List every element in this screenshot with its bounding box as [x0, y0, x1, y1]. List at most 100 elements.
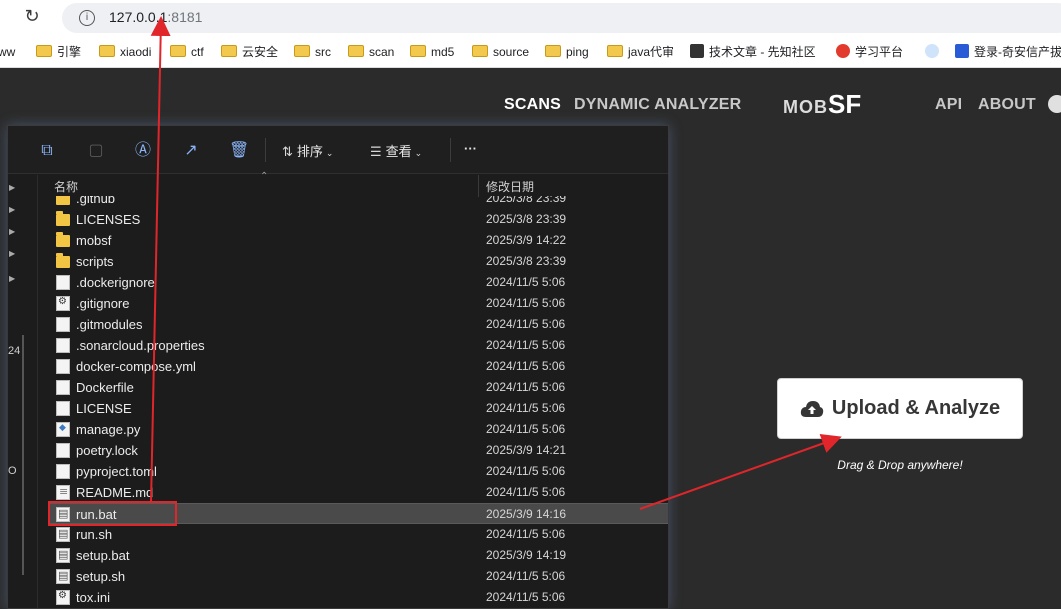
file-modified-date: 2025/3/9 14:21	[486, 443, 567, 457]
column-name[interactable]: 名称	[54, 178, 78, 195]
file-row[interactable]: tox.ini 2024/11/5 5:06	[48, 587, 668, 608]
bookmark-folder[interactable]: 引擎	[36, 44, 81, 60]
file-row[interactable]: run.sh 2024/11/5 5:06	[48, 524, 668, 545]
annotation-highlight-box	[48, 501, 177, 526]
url-box[interactable]: i 127.0.0.1:8181	[62, 3, 1061, 33]
bookmark-folder[interactable]: ping	[545, 44, 589, 60]
file-icon	[56, 275, 70, 290]
bookmark-label: java代审	[628, 45, 675, 59]
upload-analyze-button[interactable]: Upload & Analyze	[777, 378, 1023, 439]
script-file-icon	[56, 527, 70, 542]
bookmark-site[interactable]: 登录-奇安信产拔	[955, 44, 1061, 60]
file-row[interactable]: docker-compose.yml 2024/11/5 5:06	[48, 356, 668, 377]
folder-row[interactable]: mobsf 2025/3/9 14:22	[48, 230, 668, 251]
bookmark-site[interactable]: 技术文章 - 先知社区	[690, 44, 816, 60]
file-explorer-window: ⧉ ▢ Ⓐ ↗ 🗑 ⇅ 排序 ⌄ ☰ 查看 ⌄ ··· ▶ ▶ ▶ ▶ ▶ 24 O ⌃…	[7, 125, 669, 609]
bookmark-folder[interactable]: xiaodi	[99, 44, 151, 60]
file-name: scripts	[76, 254, 114, 269]
column-divider[interactable]	[478, 175, 479, 197]
sort-button[interactable]: ⇅ 排序 ⌄	[282, 141, 337, 160]
file-row[interactable]: poetry.lock 2025/3/9 14:21	[48, 440, 668, 461]
expand-arrow-icon[interactable]: ▶	[9, 249, 17, 258]
file-row[interactable]: pyproject.toml 2024/11/5 5:06	[48, 461, 668, 482]
file-modified-date: 2025/3/9 14:16	[486, 507, 567, 521]
bookmark-label: 引擎	[57, 45, 82, 59]
bookmark-label: ww	[0, 45, 16, 59]
file-row[interactable]: setup.sh 2024/11/5 5:06	[48, 566, 668, 587]
file-row[interactable]: README.md 2024/11/5 5:06	[48, 482, 668, 503]
expand-arrow-icon[interactable]: ▶	[9, 227, 17, 236]
bookmark-folder[interactable]: scan	[348, 44, 394, 60]
mobsf-logo[interactable]: MOBSF	[783, 89, 861, 119]
bookmark-site[interactable]: 学习平台	[836, 44, 903, 60]
folder-icon	[170, 45, 186, 57]
file-name: docker-compose.yml	[76, 359, 196, 374]
file-name: .github	[76, 196, 116, 206]
bookmark-folder[interactable]: src	[294, 44, 331, 60]
file-row[interactable]: setup.bat 2025/3/9 14:19	[48, 545, 668, 566]
folder-row[interactable]: scripts 2025/3/8 23:39	[48, 251, 668, 272]
delete-icon[interactable]: 🗑	[229, 140, 249, 160]
file-modified-date: 2025/3/8 23:39	[486, 196, 567, 205]
file-icon	[56, 401, 70, 416]
study-platform-icon	[836, 44, 850, 58]
user-icon[interactable]	[1048, 95, 1061, 113]
reload-icon[interactable]: ↻	[22, 7, 42, 27]
bookmark-site[interactable]	[925, 44, 944, 60]
file-name: LICENSE	[76, 401, 132, 416]
expand-arrow-icon[interactable]: ▶	[9, 205, 17, 214]
file-modified-date: 2024/11/5 5:06	[486, 296, 566, 310]
paste-icon[interactable]: ▢	[86, 140, 106, 160]
browser-address-bar: ↻ i 127.0.0.1:8181	[0, 0, 1061, 36]
file-row[interactable]: .gitmodules 2024/11/5 5:06	[48, 314, 668, 335]
file-modified-date: 2024/11/5 5:06	[486, 422, 566, 436]
sort-icon: ⇅	[282, 145, 293, 160]
file-modified-date: 2025/3/8 23:39	[486, 254, 567, 268]
column-modified[interactable]: 修改日期	[486, 178, 534, 195]
file-row[interactable]: .dockerignore 2024/11/5 5:06	[48, 272, 668, 293]
file-modified-date: 2024/11/5 5:06	[486, 464, 566, 478]
expand-arrow-icon[interactable]: ▶	[9, 183, 17, 192]
view-button[interactable]: ☰ 查看 ⌄	[370, 141, 426, 160]
file-modified-date: 2024/11/5 5:06	[486, 569, 566, 583]
file-icon	[56, 380, 70, 395]
file-row[interactable]: LICENSE 2024/11/5 5:06	[48, 398, 668, 419]
file-row[interactable]: Dockerfile 2024/11/5 5:06	[48, 377, 668, 398]
bookmark-label: ctf	[191, 45, 204, 59]
bookmark-folder[interactable]: 云安全	[221, 44, 278, 60]
folder-row[interactable]: .github 2025/3/8 23:39	[48, 196, 668, 209]
chevron-down-icon: ⌄	[325, 149, 334, 159]
nav-dynamic-analyzer[interactable]: DYNAMIC ANALYZER	[574, 96, 741, 114]
bookmark-folder[interactable]: java代审	[607, 44, 674, 60]
column-header-row: ⌃ 名称 修改日期	[48, 171, 668, 197]
folder-icon	[294, 45, 310, 57]
url-text[interactable]: 127.0.0.1:8181	[109, 9, 202, 25]
bookmark-item[interactable]: ww	[0, 44, 15, 60]
chevron-down-icon: ⌄	[414, 149, 423, 159]
bookmark-label: 技术文章 - 先知社区	[709, 45, 816, 59]
nav-api[interactable]: API	[935, 96, 962, 114]
folder-icon	[410, 45, 426, 57]
nav-scans[interactable]: SCANS	[504, 96, 561, 114]
site-info-icon[interactable]: i	[79, 10, 95, 26]
bookmark-label: 云安全	[242, 45, 279, 59]
nav-scrollbar[interactable]	[22, 335, 24, 575]
file-row[interactable]: .gitignore 2024/11/5 5:06	[48, 293, 668, 314]
expand-arrow-icon[interactable]: ▶	[9, 274, 17, 283]
bookmark-folder[interactable]: ctf	[170, 44, 204, 60]
file-name: .sonarcloud.properties	[76, 338, 205, 353]
folder-row[interactable]: LICENSES 2025/3/8 23:39	[48, 209, 668, 230]
bookmark-folder[interactable]: source	[472, 44, 529, 60]
share-icon[interactable]: ↗	[181, 140, 201, 160]
bookmark-label: scan	[369, 45, 395, 59]
drag-drop-hint: Drag & Drop anywhere!	[837, 458, 963, 472]
more-options-button[interactable]: ···	[464, 141, 477, 156]
bookmark-folder[interactable]: md5	[410, 44, 454, 60]
file-row[interactable]: manage.py 2024/11/5 5:06	[48, 419, 668, 440]
file-row[interactable]: .sonarcloud.properties 2024/11/5 5:06	[48, 335, 668, 356]
file-modified-date: 2024/11/5 5:06	[486, 359, 566, 373]
rename-icon[interactable]: Ⓐ	[133, 140, 153, 160]
file-icon	[56, 443, 70, 458]
nav-about[interactable]: ABOUT	[978, 96, 1036, 114]
copy-icon[interactable]: ⧉	[37, 140, 57, 160]
